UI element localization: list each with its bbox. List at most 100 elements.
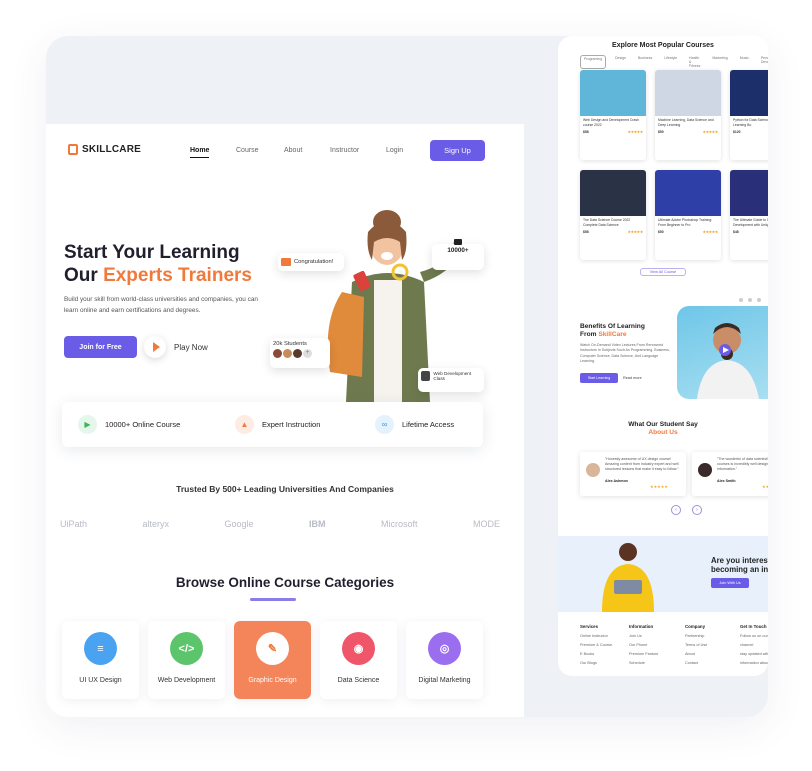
category-ui-ux[interactable]: ≡ UI UX Design: [62, 621, 139, 699]
hero-title-highlight: Experts Trainers: [103, 265, 252, 286]
hero-title-line1: Start Your Learning: [64, 242, 240, 263]
tab-health[interactable]: Health & Fitness: [686, 55, 703, 69]
category-web-development[interactable]: </> Web Development: [148, 621, 225, 699]
testimonials-title: What Our Student Say About Us: [558, 421, 768, 437]
students-card: 20k Students +: [270, 338, 330, 368]
course-title: Ultimate Adobe Photoshop Training: From …: [658, 218, 713, 227]
next-arrow-icon[interactable]: ›: [692, 505, 702, 515]
footer-link[interactable]: Join Us: [629, 632, 658, 641]
footer-heading: Company: [685, 624, 706, 629]
tab-lifestyle[interactable]: Lifestyle: [661, 55, 680, 69]
student-avatars: +: [273, 349, 327, 358]
footer-link[interactable]: Our Blogs: [580, 659, 612, 668]
nav-about[interactable]: About: [284, 147, 302, 154]
preview-page: Explore Most Popular Courses Programing …: [558, 36, 768, 676]
rating-stars: ★★★★★: [627, 130, 643, 135]
footer-link[interactable]: Online Instructor: [580, 632, 612, 641]
cta-title: Are you interested becoming an instructo…: [711, 556, 768, 574]
students-count: 20k Students: [273, 341, 307, 347]
footer-heading: Get In Touch: [740, 624, 767, 629]
course-info: Python for Data Science and Machine Lear…: [730, 116, 768, 137]
course-card[interactable]: Python for Data Science and Machine Lear…: [730, 70, 768, 160]
course-card[interactable]: Machine Learning, Data Science and Deep …: [655, 70, 721, 160]
tab-personal[interactable]: Personal Develop: [758, 55, 768, 69]
testimonials-title-highlight: About Us: [648, 429, 678, 436]
course-card[interactable]: The Ultimate Guide to Game Development w…: [730, 170, 768, 260]
tab-marketing[interactable]: Marketing: [709, 55, 730, 69]
testimonial-quote: "Honestly awesome of UX design course! A…: [605, 457, 679, 471]
landing-page: SKILLCARE Home Course About Instructor L…: [46, 124, 524, 717]
courses-count: 10000+: [447, 247, 469, 254]
course-price: $58: [583, 130, 589, 135]
read-more-link[interactable]: Read more: [623, 376, 642, 380]
nav-home[interactable]: Home: [190, 147, 210, 158]
video-icon: ▶: [78, 415, 97, 434]
partner-logos: UiPath alteryx Google IBM Microsoft MODE: [60, 519, 500, 529]
feature-online-course: ▶ 10000+ Online Course: [78, 415, 180, 434]
uipath-logo: UiPath: [60, 519, 88, 529]
data-icon: ◉: [342, 632, 375, 665]
course-title: Python for Data Science and Machine Lear…: [733, 118, 768, 127]
course-price: $50: [658, 130, 664, 135]
nav-login[interactable]: Login: [386, 147, 403, 154]
footer-link[interactable]: E Books: [580, 650, 612, 659]
course-card[interactable]: Ultimate Adobe Photoshop Training: From …: [655, 170, 721, 260]
footer-text: information about: [740, 661, 768, 665]
footer-services: Services Online Instructor Premium & Cou…: [580, 622, 612, 668]
infinity-icon: ∞: [375, 415, 394, 434]
course-title: The Data Science Course 2022 Complete Da…: [583, 218, 631, 227]
course-image: [655, 170, 721, 216]
course-card[interactable]: The Data Science Course 2022 Complete Da…: [580, 170, 646, 260]
tab-programing[interactable]: Programing: [580, 55, 607, 69]
benefits-title: Benefits Of Learning From SkillCare: [580, 323, 645, 339]
nav-course[interactable]: Course: [236, 147, 259, 154]
join-free-button[interactable]: Join for Free: [64, 336, 137, 358]
footer-link[interactable]: Contact: [685, 659, 707, 668]
play-now-button[interactable]: Play Now: [144, 336, 208, 358]
brand-logo[interactable]: SKILLCARE: [68, 144, 141, 155]
footer-link[interactable]: Partnership: [685, 632, 707, 641]
avatar: [586, 463, 600, 477]
course-info: Web Design and Development Crash course …: [580, 116, 646, 137]
footer-link[interactable]: Our Phone: [629, 641, 658, 650]
class-label: Web Development Class: [433, 371, 472, 381]
category-digital-marketing[interactable]: ◎ Digital Marketing: [406, 621, 483, 699]
footer-heading: Information: [629, 624, 654, 629]
signup-button[interactable]: Sign Up: [430, 140, 485, 161]
layers-icon: ≡: [84, 632, 117, 665]
play-label: Play Now: [174, 342, 208, 352]
course-title: Web Design and Development Crash course …: [583, 118, 639, 127]
category-label: Graphic Design: [248, 677, 297, 684]
testimonial-card: "Honestly awesome of UX design course! A…: [580, 452, 686, 496]
carousel-dots[interactable]: [739, 298, 761, 302]
view-all-button[interactable]: View All Course: [640, 268, 686, 276]
footer-link[interactable]: Premium & Course: [580, 641, 612, 650]
category-label: Digital Marketing: [418, 677, 471, 684]
tab-business[interactable]: Business: [635, 55, 655, 69]
footer-text: stay updated with: [740, 652, 768, 656]
target-icon: ◎: [428, 632, 461, 665]
start-learning-button[interactable]: Start Learning: [580, 373, 618, 383]
cta-title-line2: becoming an instructor: [711, 565, 768, 574]
course-card[interactable]: Web Design and Development Crash course …: [580, 70, 646, 160]
nav-instructor[interactable]: Instructor: [330, 147, 359, 154]
avatar: [698, 463, 712, 477]
tab-music[interactable]: Music: [737, 55, 752, 69]
course-info: Machine Learning, Data Science and Deep …: [655, 116, 721, 137]
prev-arrow-icon[interactable]: ‹: [671, 505, 681, 515]
footer-link[interactable]: Schedule: [629, 659, 658, 668]
footer-link[interactable]: Premium Feature: [629, 650, 658, 659]
footer-link[interactable]: Terms of Use: [685, 641, 707, 650]
benefits-title-line1: Benefits Of Learning: [580, 323, 645, 330]
logo-icon: [68, 144, 78, 155]
tab-design[interactable]: Design: [612, 55, 629, 69]
footer-link[interactable]: About: [685, 650, 707, 659]
title-underline: [250, 598, 296, 601]
popular-courses-title: Explore Most Popular Courses: [612, 42, 714, 49]
category-data-science[interactable]: ◉ Data Science: [320, 621, 397, 699]
hero-subtitle: Build your skill from world-class univer…: [64, 296, 258, 314]
course-price: $50: [658, 230, 664, 235]
benefits-title-prefix: From: [580, 331, 599, 338]
category-graphic-design[interactable]: ✎ Graphic Design: [234, 621, 311, 699]
join-with-us-button[interactable]: Join With Us: [711, 578, 749, 588]
